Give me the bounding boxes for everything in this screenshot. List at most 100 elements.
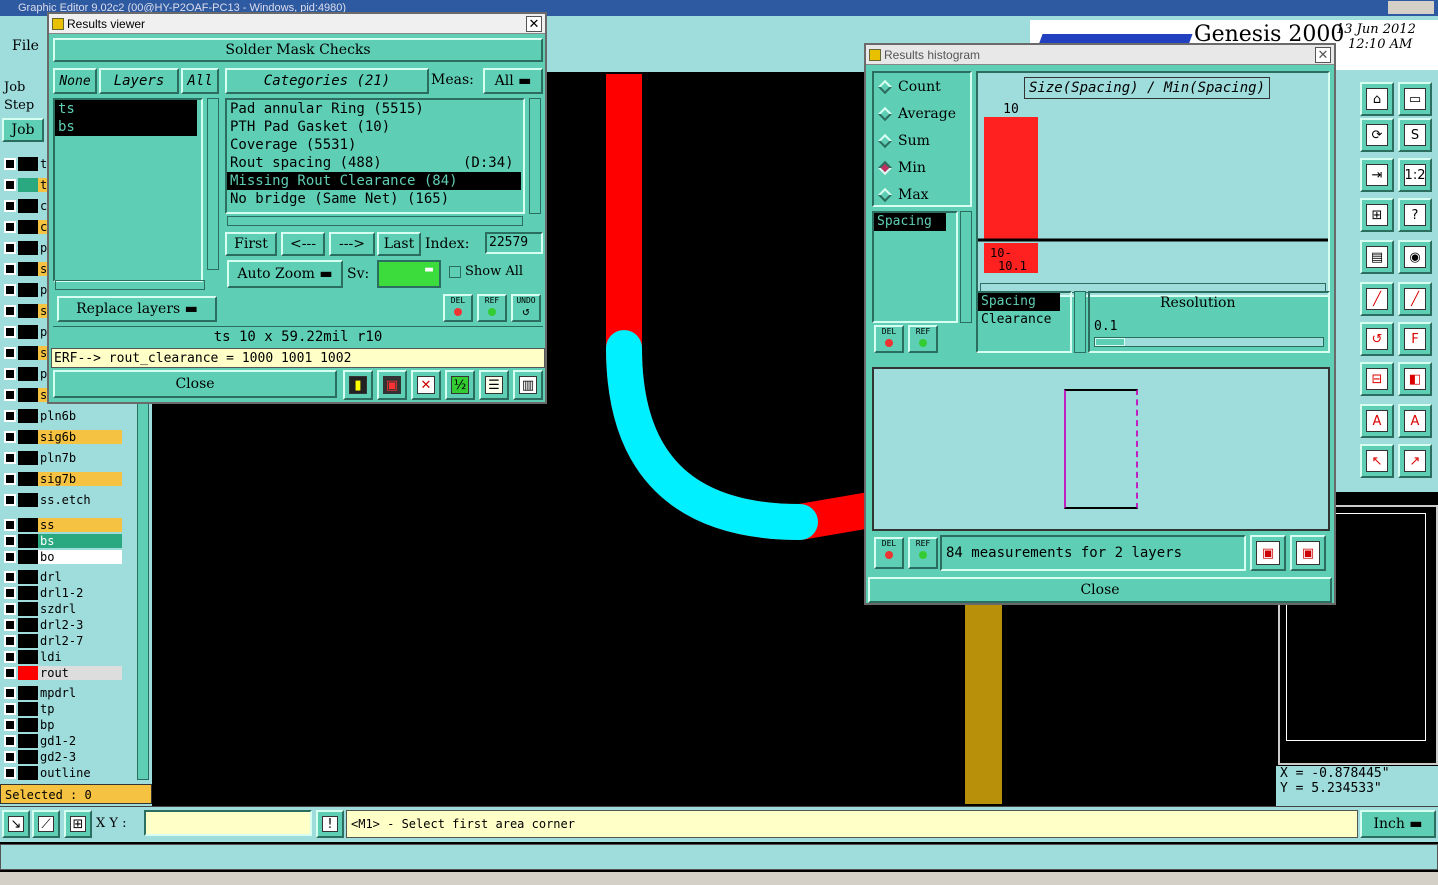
layer-checkbox[interactable]: [4, 409, 16, 422]
layer-checkbox[interactable]: [4, 550, 16, 563]
select-icon[interactable]: ⊟: [1360, 362, 1394, 396]
resolution-slider[interactable]: [1094, 337, 1324, 347]
mode-radio-sum[interactable]: Sum: [877, 130, 930, 152]
window-controls[interactable]: [1388, 1, 1434, 14]
category-item[interactable]: No bridge (Same Net) (165): [227, 190, 521, 208]
layer-checkbox[interactable]: [4, 666, 16, 679]
fill-icon[interactable]: ◧: [1398, 362, 1432, 396]
layer-row[interactable]: drl2-7: [4, 633, 122, 648]
layer-checkbox[interactable]: [4, 686, 16, 699]
layer-checkbox[interactable]: [4, 493, 16, 506]
move-icon[interactable]: ↗: [1398, 444, 1432, 478]
type-listbox[interactable]: Spacing Clearance: [976, 291, 1072, 353]
home-icon[interactable]: ⌂: [1360, 82, 1394, 116]
layer-listbox[interactable]: ts bs: [53, 98, 203, 282]
histogram-icon[interactable]: ▥: [513, 370, 543, 400]
meas-select[interactable]: All ▬: [483, 68, 543, 94]
hist-ref-button-2[interactable]: REF: [908, 537, 938, 569]
last-button[interactable]: Last: [377, 232, 421, 256]
type-item[interactable]: Spacing: [978, 293, 1060, 311]
alert-icon[interactable]: !: [316, 810, 344, 838]
layer-checkbox[interactable]: [4, 534, 16, 547]
pointer-icon[interactable]: ↖: [1360, 444, 1394, 478]
first-button[interactable]: First: [225, 232, 277, 256]
param-scrollbar[interactable]: [960, 211, 972, 323]
mode-radio-count[interactable]: Count: [877, 76, 941, 98]
histogram-close-button[interactable]: Close: [868, 577, 1332, 603]
param-listbox[interactable]: Spacing: [872, 211, 958, 323]
ref-button[interactable]: REF: [477, 294, 507, 322]
layer-checkbox[interactable]: [4, 157, 16, 170]
layer-row[interactable]: mpdrl: [4, 685, 122, 700]
layer-row[interactable]: sig6b: [4, 429, 122, 444]
type-scrollbar[interactable]: [1074, 291, 1086, 353]
gold-trace[interactable]: [965, 604, 1002, 804]
layer-checkbox[interactable]: [4, 283, 16, 296]
histogram-bar[interactable]: [984, 117, 1038, 239]
layer-row[interactable]: ss.etch: [4, 492, 122, 507]
prev-button[interactable]: <---: [281, 232, 325, 256]
layer-checkbox[interactable]: [4, 586, 16, 599]
type-item[interactable]: Clearance: [978, 311, 1060, 329]
layer-row[interactable]: sig7b: [4, 471, 122, 486]
clear-ref-icon[interactable]: ✕: [411, 370, 441, 400]
category-item[interactable]: PTH Pad Gasket (10): [227, 118, 521, 136]
param-item[interactable]: Spacing: [874, 213, 946, 231]
report-icon[interactable]: ☰: [479, 370, 509, 400]
layer-row[interactable]: drl: [4, 569, 122, 584]
layers-button[interactable]: Layers: [99, 68, 179, 94]
unit-select[interactable]: Inch ▬: [1360, 810, 1436, 838]
replace-layers-select[interactable]: Replace layers ▬: [57, 296, 217, 322]
target-icon[interactable]: ?: [1398, 198, 1432, 232]
auto-zoom-select[interactable]: Auto Zoom ▬: [227, 260, 343, 288]
layer-checkbox[interactable]: [4, 199, 16, 212]
results-close-button[interactable]: Close: [53, 370, 337, 398]
vertex-icon[interactable]: ╱: [1398, 282, 1432, 316]
layer-list-item[interactable]: ts: [55, 100, 197, 118]
text-icon[interactable]: A: [1360, 404, 1394, 438]
layer-row[interactable]: drl2-3: [4, 617, 122, 632]
layer-list-hscroll[interactable]: [55, 280, 205, 290]
categories-button[interactable]: Categories (21): [225, 68, 429, 94]
hist-ref-button[interactable]: REF: [908, 325, 938, 353]
line-icon[interactable]: ╱: [1360, 282, 1394, 316]
layer-checkbox[interactable]: [4, 178, 16, 191]
layer-checkbox[interactable]: [4, 734, 16, 747]
show-all-checkbox[interactable]: [449, 266, 461, 278]
layer-row[interactable]: pln7b: [4, 450, 122, 465]
hist-del-button[interactable]: DEL: [874, 325, 904, 353]
layer-checkbox[interactable]: [4, 766, 16, 779]
compare-icon[interactable]: ½: [445, 370, 475, 400]
layer-row[interactable]: outline: [4, 765, 122, 780]
frame-icon[interactable]: F: [1398, 322, 1432, 356]
ratio-icon[interactable]: ⇥: [1360, 158, 1394, 192]
all-button[interactable]: All: [181, 68, 219, 94]
layer-checkbox[interactable]: [4, 325, 16, 338]
layer-row[interactable]: bo: [4, 549, 122, 564]
point-icon[interactable]: ◉: [1398, 240, 1432, 274]
zoom-fit-icon[interactable]: ↘: [2, 810, 30, 838]
layer-checkbox[interactable]: [4, 570, 16, 583]
next-button[interactable]: --->: [329, 232, 375, 256]
layer-checkbox[interactable]: [4, 241, 16, 254]
arc-icon[interactable]: ↺: [1360, 322, 1394, 356]
layer-checkbox[interactable]: [4, 650, 16, 663]
layer-checkbox[interactable]: [4, 262, 16, 275]
categories-hscroll[interactable]: [227, 216, 523, 226]
layer-checkbox[interactable]: [4, 602, 16, 615]
hist-del-button-2[interactable]: DEL: [874, 537, 904, 569]
index-input[interactable]: 22579: [485, 232, 543, 254]
menu-file[interactable]: File: [12, 38, 39, 54]
layer-checkbox[interactable]: [4, 388, 16, 401]
undo-button[interactable]: UNDO ↺: [511, 294, 541, 322]
layer-row[interactable]: szdrl: [4, 601, 122, 616]
layer-row[interactable]: tp: [4, 701, 122, 716]
del-button[interactable]: DEL: [443, 294, 473, 322]
trace-arc-drawing[interactable]: [560, 300, 890, 570]
histogram-titlebar[interactable]: Results histogram ✕: [866, 45, 1334, 65]
category-item[interactable]: Pad annular Ring (5515): [227, 100, 521, 118]
layer-checkbox[interactable]: [4, 702, 16, 715]
import-icon[interactable]: ▣: [1290, 535, 1326, 571]
sv-color-select[interactable]: ▬: [377, 260, 441, 288]
export-icon[interactable]: ▣: [1250, 535, 1286, 571]
